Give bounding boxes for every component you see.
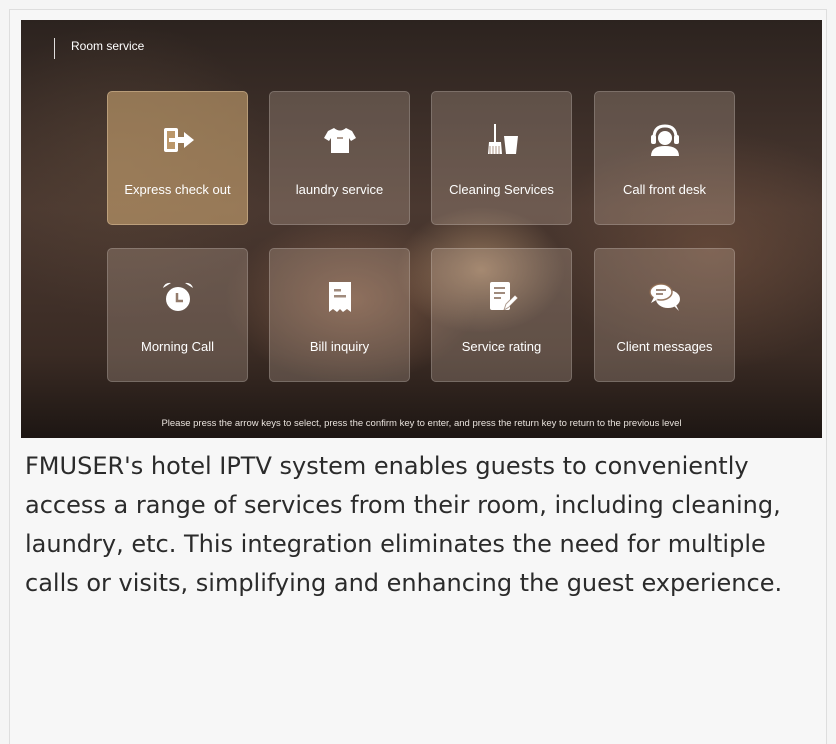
tile-label: laundry service [295, 182, 384, 197]
iptv-screen: Room service Express check out laundry s… [21, 20, 822, 438]
tile-express-check-out[interactable]: Express check out [107, 91, 248, 225]
tile-label: Cleaning Services [449, 182, 554, 197]
tile-morning-call[interactable]: Morning Call [107, 248, 248, 382]
navigation-hint: Please press the arrow keys to select, p… [161, 418, 682, 429]
receipt-icon [320, 277, 360, 317]
tile-call-front-desk[interactable]: Call front desk [594, 91, 735, 225]
check-out-icon [158, 120, 198, 160]
shirt-icon [320, 120, 360, 160]
page-title: Room service [71, 39, 145, 53]
tile-label: Express check out [124, 182, 231, 197]
tile-bill-inquiry[interactable]: Bill inquiry [269, 248, 410, 382]
tile-label: Morning Call [141, 339, 214, 354]
tile-label: Bill inquiry [309, 339, 370, 354]
caption-text: FMUSER's hotel IPTV system enables guest… [25, 452, 783, 597]
tile-label: Client messages [616, 339, 713, 354]
alarm-clock-icon [158, 277, 198, 317]
broom-bucket-icon [482, 120, 522, 160]
tile-laundry-service[interactable]: laundry service [269, 91, 410, 225]
tile-cleaning-services[interactable]: Cleaning Services [431, 91, 572, 225]
chat-bubbles-icon [645, 277, 685, 317]
tile-service-rating[interactable]: Service rating [431, 248, 572, 382]
title-divider [54, 38, 55, 59]
tile-client-messages[interactable]: Client messages [594, 248, 735, 382]
tile-label: Call front desk [622, 182, 707, 197]
headset-icon [645, 120, 685, 160]
edit-document-icon [482, 277, 522, 317]
tile-label: Service rating [461, 339, 542, 354]
